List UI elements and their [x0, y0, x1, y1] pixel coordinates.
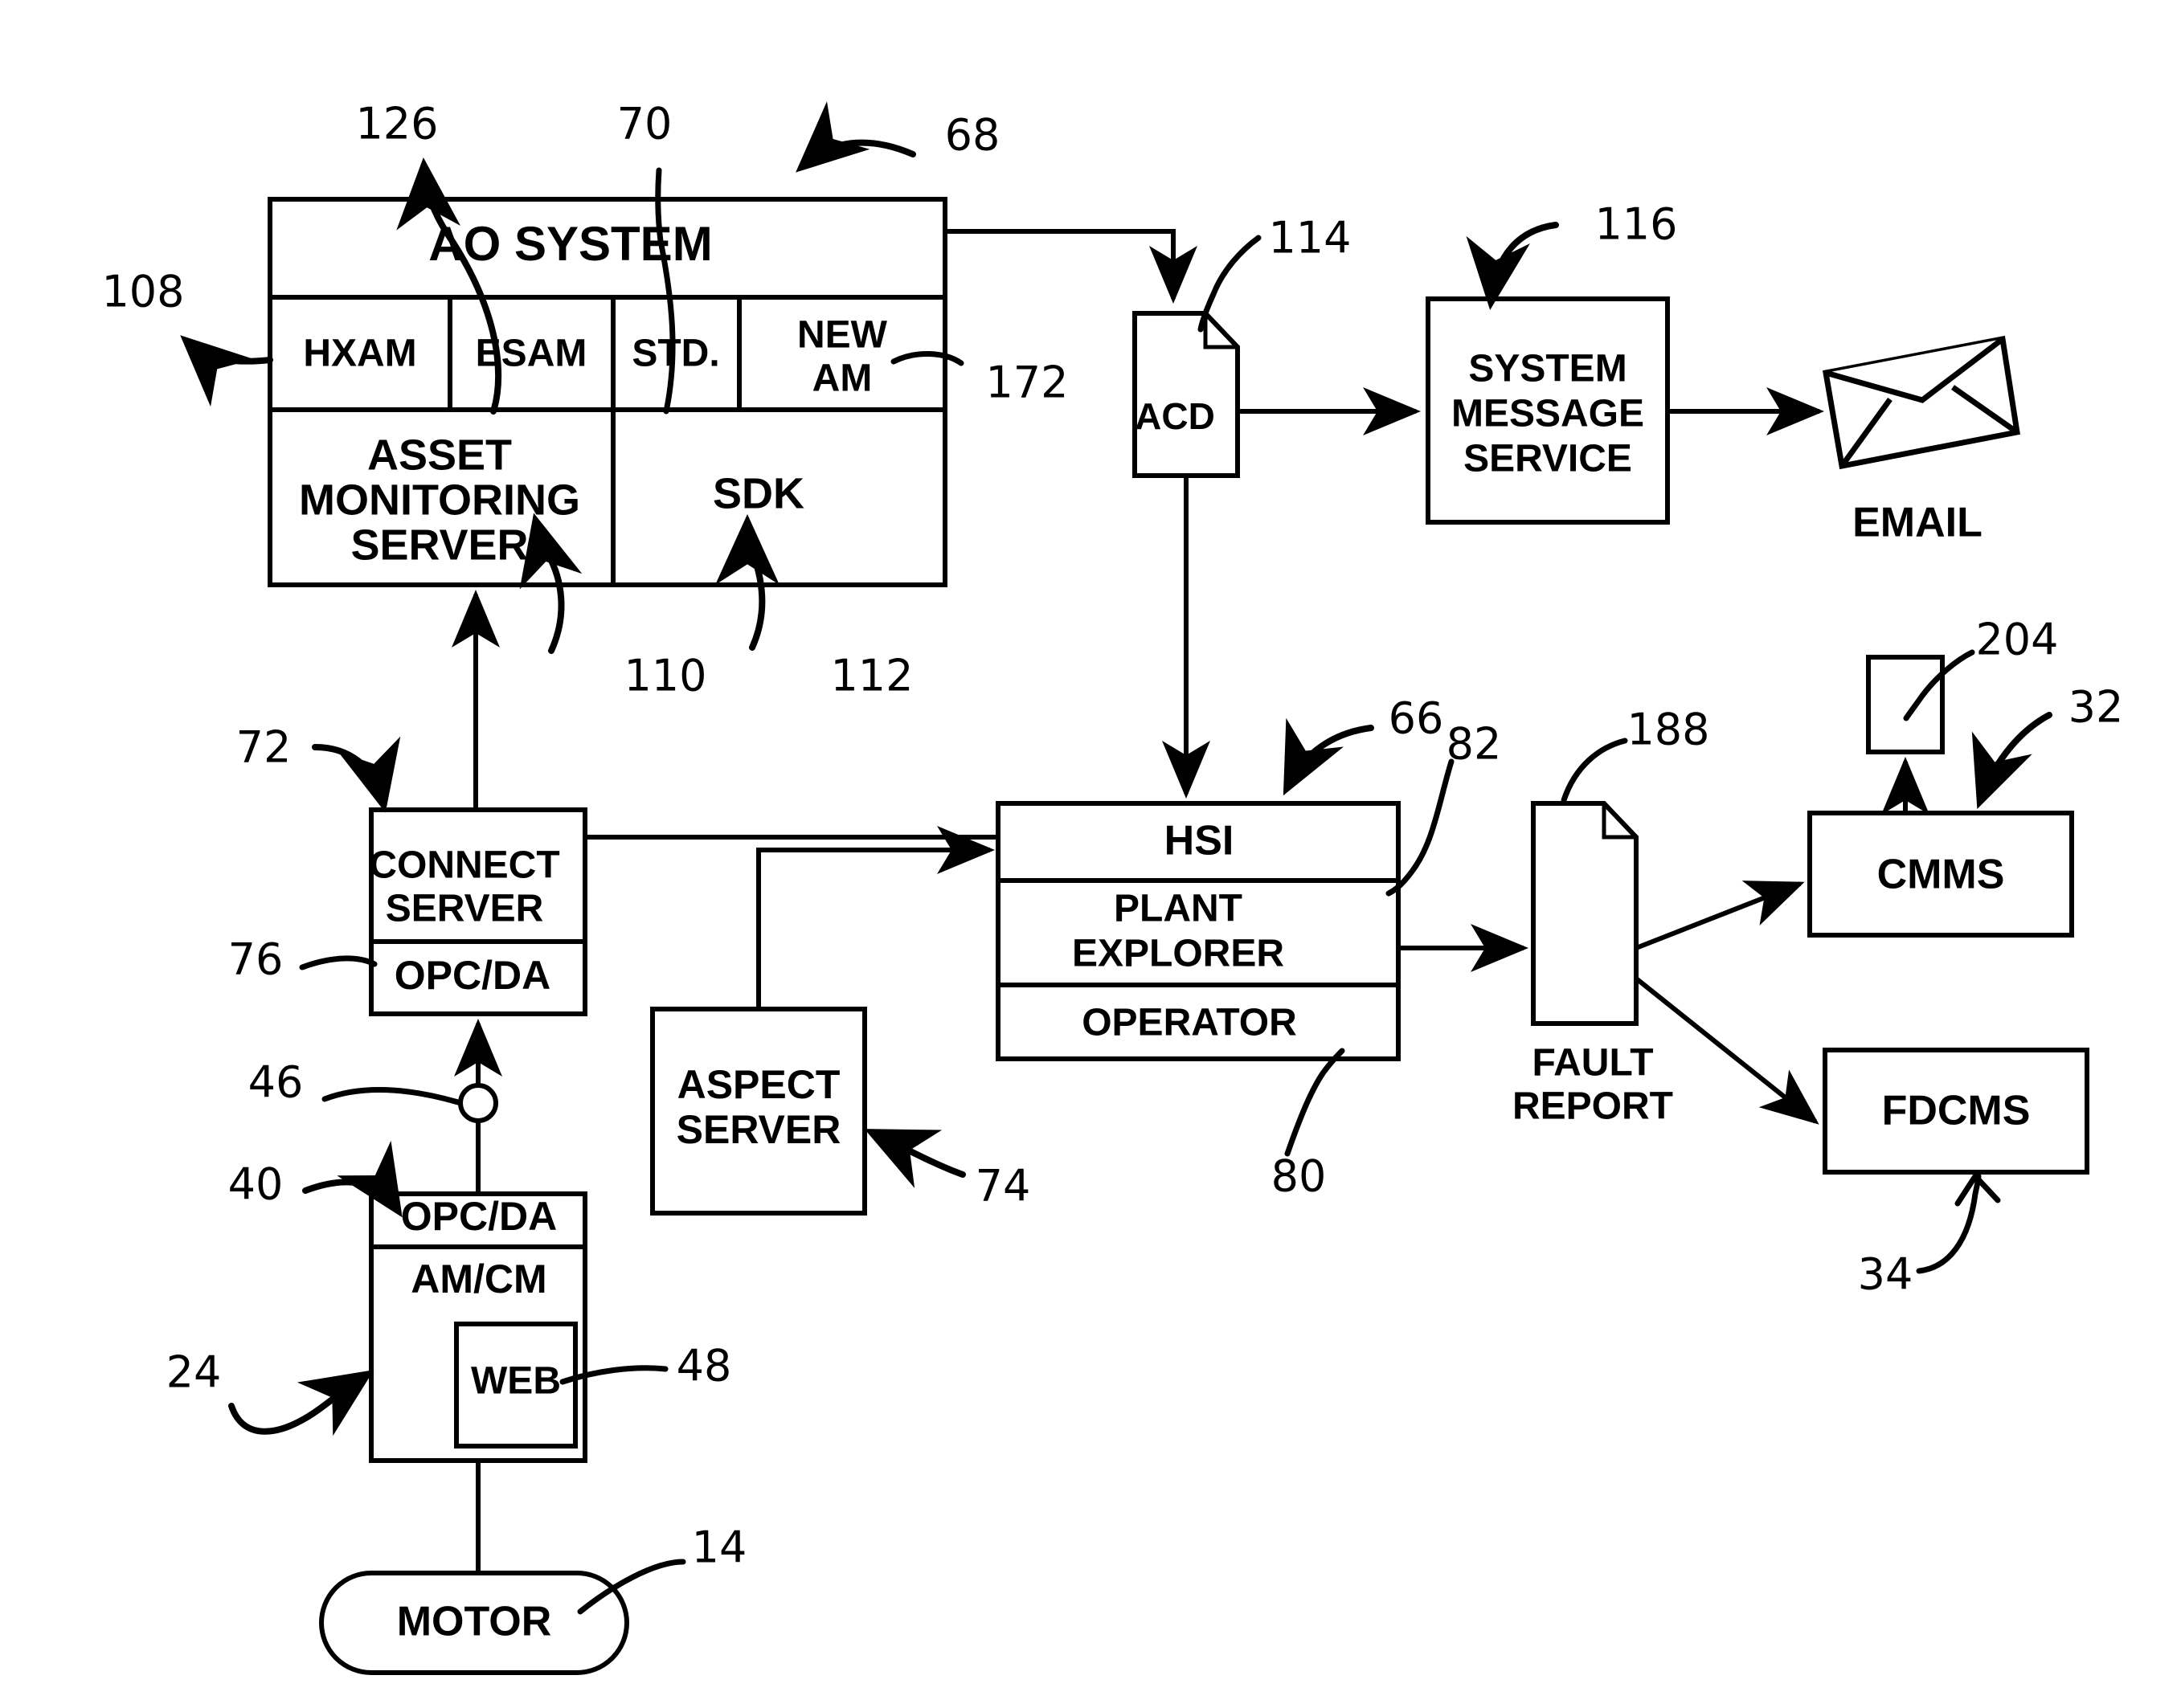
leader-46: [321, 1087, 461, 1105]
hxam-label: HXAM: [303, 333, 416, 375]
leader-108: [180, 335, 273, 407]
sms-label-line3: SERVICE: [1463, 438, 1632, 480]
leader-68: [796, 101, 916, 173]
leader-188: [1561, 738, 1628, 803]
sms-label-line1: SYSTEM: [1468, 348, 1627, 390]
ao-system-label: AO SYSTEM: [428, 217, 712, 271]
connect-server-line1: CONNECT: [369, 844, 559, 887]
link-ao-system-to-acd: [945, 229, 1197, 304]
leader-24: [228, 1370, 374, 1436]
numeral-110: 110: [624, 651, 706, 701]
numeral-172: 172: [985, 358, 1068, 408]
email-label: EMAIL: [1852, 500, 1983, 546]
asset-monitoring-server-line1: ASSET: [367, 431, 512, 479]
fdcms-label: FDCMS: [1882, 1088, 2031, 1134]
leader-74: [864, 1129, 966, 1188]
numeral-76: 76: [228, 934, 284, 985]
aspect-server-line1: ASPECT: [677, 1062, 841, 1107]
link-fault-report-to-cmms: [1635, 881, 1805, 950]
aspect-server-line2: SERVER: [677, 1107, 841, 1152]
cmms-label: CMMS: [1877, 852, 2005, 898]
numeral-68: 68: [945, 110, 1000, 161]
numeral-70: 70: [617, 99, 673, 149]
am-cm-label: AM/CM: [411, 1256, 546, 1301]
numeral-204: 204: [1975, 615, 2058, 665]
acd-label: ACD: [1135, 395, 1215, 437]
leader-32: [1971, 712, 2052, 809]
numeral-48: 48: [677, 1341, 732, 1391]
acd-doc-shape: [1132, 311, 1240, 478]
plant-explorer-line2: EXPLORER: [1072, 933, 1284, 975]
leader-66: [1283, 717, 1374, 796]
numeral-72: 72: [236, 722, 292, 773]
numeral-32: 32: [2068, 682, 2124, 733]
fault-report-line2: REPORT: [1512, 1085, 1673, 1128]
acd-document-group: [1132, 311, 1240, 478]
numeral-188: 188: [1627, 705, 1709, 755]
new-am-label-line1: NEW: [797, 314, 888, 357]
leader-72: [312, 736, 401, 813]
web-label: WEB: [471, 1360, 561, 1403]
numeral-34: 34: [1858, 1249, 1913, 1300]
leader-116: [1466, 222, 1559, 310]
asset-monitoring-server-line3: SERVER: [350, 521, 528, 569]
esam-label: ESAM: [476, 333, 587, 375]
leader-34: [1916, 1173, 1982, 1274]
connect-server-line2: SERVER: [386, 888, 544, 930]
plant-explorer-line1: PLANT: [1114, 888, 1242, 930]
sdk-label: SDK: [713, 469, 804, 517]
email-envelope-group: [1822, 335, 2020, 470]
numeral-24: 24: [166, 1347, 222, 1398]
numeral-112: 112: [830, 651, 913, 701]
numeral-14: 14: [692, 1522, 747, 1573]
new-am-label-line2: AM: [812, 358, 873, 400]
leader-76: [299, 955, 378, 970]
link-aspect-server-to-hsi: [756, 826, 995, 1009]
leader-80: [1284, 1048, 1345, 1157]
numeral-40: 40: [228, 1159, 284, 1210]
numeral-116: 116: [1594, 199, 1677, 250]
fault-report-group: [1531, 801, 1639, 1026]
fault-report-line1: FAULT: [1532, 1042, 1653, 1085]
numeral-114: 114: [1268, 213, 1351, 264]
hsi-label: HSI: [1164, 818, 1234, 864]
sms-label-line2: MESSAGE: [1451, 393, 1644, 435]
numeral-80: 80: [1271, 1151, 1327, 1202]
numeral-126: 126: [355, 99, 438, 149]
numeral-108: 108: [101, 267, 184, 317]
patent-figure-page: AO SYSTEM HXAM ESAM STD. NEW AM ASSET MO…: [0, 0, 2181, 1708]
numeral-66: 66: [1389, 693, 1444, 744]
connect-server-opc-da-label: OPC/DA: [395, 953, 550, 998]
numeral-74: 74: [976, 1161, 1031, 1212]
diagram-canvas: AO SYSTEM HXAM ESAM STD. NEW AM ASSET MO…: [101, 99, 2124, 1675]
node-46-circle: [458, 1083, 498, 1123]
operator-label: OPERATOR: [1082, 1002, 1297, 1044]
numeral-82: 82: [1446, 719, 1502, 770]
device-opc-da-label: OPC/DA: [401, 1194, 557, 1239]
node-204-box: [1866, 655, 1945, 754]
std-label: STD.: [632, 333, 719, 375]
asset-monitoring-server-line2: MONITORING: [299, 476, 580, 524]
motor-label: MOTOR: [397, 1599, 552, 1645]
numeral-46: 46: [248, 1057, 304, 1108]
